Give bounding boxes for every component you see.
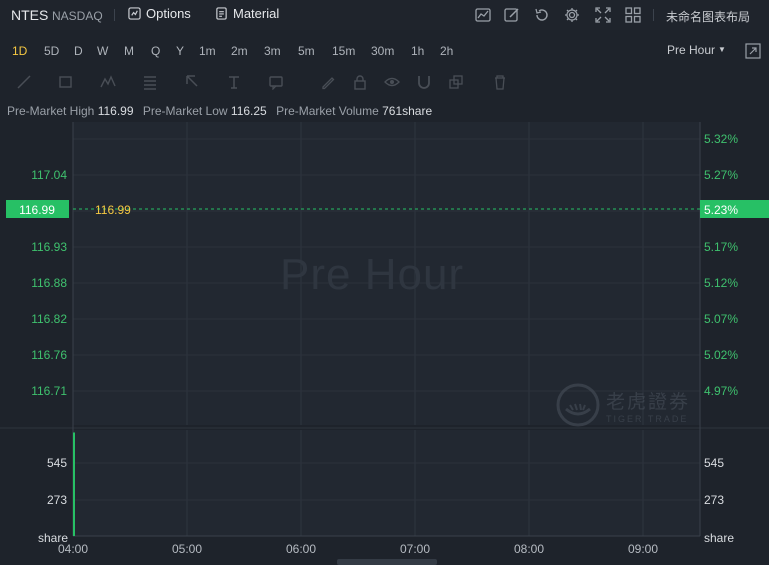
price-line-label: 116.99 (95, 203, 131, 217)
session-select[interactable]: Pre Hour ▼ (667, 43, 726, 57)
volume-tick-left: 545 (47, 456, 67, 470)
period-w[interactable]: W (97, 44, 108, 58)
time-tick-label: 06:00 (286, 542, 316, 556)
premarket-low-value: 116.25 (230, 104, 267, 118)
period-d[interactable]: D (74, 44, 83, 58)
percent-tick-label: 4.97% (704, 384, 738, 398)
comment-tool-icon[interactable] (268, 74, 284, 91)
percent-tick-label: 5.17% (704, 240, 738, 254)
period-q[interactable]: Q (151, 44, 160, 58)
volume-tick-right: 273 (704, 493, 724, 507)
options-icon (128, 7, 141, 20)
document-icon (216, 7, 227, 20)
options-label: Options (146, 6, 191, 21)
fib-tool-icon[interactable] (142, 74, 158, 90)
volume-unit-left: share (38, 531, 68, 545)
settings-icon[interactable] (563, 6, 581, 24)
period-y[interactable]: Y (176, 44, 184, 58)
pen-icon[interactable] (320, 74, 336, 90)
period-2m[interactable]: 2m (231, 44, 248, 58)
current-pct-tag (700, 200, 769, 218)
volume-bar (73, 432, 75, 536)
options-button[interactable]: Options (128, 6, 191, 21)
drawing-toolbar (0, 70, 769, 94)
brand-watermark: 老虎證券 TIGER TRADE (556, 383, 690, 427)
time-tick-label: 09:00 (628, 542, 658, 556)
layers-icon[interactable] (448, 74, 464, 90)
premarket-high-label: Pre-Market High (7, 104, 95, 118)
premarket-high-value: 116.99 (97, 104, 134, 118)
percent-tick-label: 5.12% (704, 276, 738, 290)
rect-tool-icon[interactable] (58, 74, 74, 90)
caret-down-icon: ▼ (718, 45, 726, 54)
magnet-icon[interactable] (416, 74, 432, 90)
premarket-volume-value: 761share (382, 104, 433, 118)
current-price-tag (6, 200, 69, 218)
percent-tick-label: 5.02% (704, 348, 738, 362)
price-tick-label: 117.04 (31, 168, 67, 182)
price-tick-label: 116.71 (31, 384, 67, 398)
session-watermark: Pre Hour (280, 250, 465, 299)
volume-tick-left: 273 (47, 493, 67, 507)
fullscreen-icon[interactable] (594, 6, 612, 24)
period-2h[interactable]: 2h (440, 44, 453, 58)
period-bar: 1D 5D D W M Q Y 1m 2m 3m 5m 15m 30m 1h 2h (0, 37, 769, 65)
period-1h[interactable]: 1h (411, 44, 424, 58)
price-tick-label: 116.93 (31, 240, 67, 254)
text-tool-icon[interactable] (226, 74, 242, 90)
premarket-volume-label: Pre-Market Volume (276, 104, 379, 118)
line-tool-icon[interactable] (16, 74, 32, 90)
price-tick-label: 116.82 (31, 312, 67, 326)
period-1d[interactable]: 1D (12, 44, 27, 58)
price-tick-label: 116.88 (31, 276, 67, 290)
percent-tick-label: 5.32% (704, 132, 738, 146)
period-15m[interactable]: 15m (332, 44, 355, 58)
undo-icon[interactable] (533, 6, 551, 24)
period-30m[interactable]: 30m (371, 44, 394, 58)
pattern-tool-icon[interactable] (100, 74, 116, 90)
expand-icon[interactable] (745, 43, 761, 59)
divider (653, 9, 654, 21)
trash-icon[interactable] (492, 74, 508, 90)
volume-pane (73, 430, 700, 536)
grid-layout-icon[interactable] (624, 6, 642, 24)
volume-tick-right: 545 (704, 456, 724, 470)
period-5m[interactable]: 5m (298, 44, 315, 58)
period-1m[interactable]: 1m (199, 44, 216, 58)
period-m[interactable]: M (124, 44, 134, 58)
premarket-low-label: Pre-Market Low (142, 104, 228, 118)
tiger-logo-icon (556, 383, 600, 427)
material-button[interactable]: Material (215, 6, 279, 21)
lock-icon[interactable] (352, 74, 368, 90)
eye-icon[interactable] (384, 74, 400, 90)
time-tick-label: 07:00 (400, 542, 430, 556)
draw-icon[interactable] (503, 6, 521, 24)
ticker-symbol[interactable]: NTES (11, 7, 48, 23)
material-label: Material (233, 6, 280, 21)
brand-name-cn: 老虎證券 (606, 391, 691, 413)
volume-unit-right: share (704, 531, 734, 545)
current-pct-value: 5.23% (704, 203, 738, 217)
percent-tick-label: 5.27% (704, 168, 738, 182)
time-tick-label: 05:00 (172, 542, 202, 556)
divider (114, 9, 115, 21)
current-price-value: 116.99 (19, 203, 55, 217)
chart-type-icon[interactable] (474, 6, 492, 24)
exchange-label: NASDAQ (52, 9, 103, 23)
session-select-label: Pre Hour (667, 43, 716, 57)
layout-name[interactable]: 未命名图表布局 (666, 8, 750, 25)
brand-name-en: TIGER TRADE (606, 413, 689, 424)
time-tick-label: 08:00 (514, 542, 544, 556)
time-scrollbar[interactable] (337, 559, 437, 565)
cursor-tool-icon[interactable] (184, 74, 200, 90)
top-bar: NTES NASDAQ Options Material 未命名图表布局 (0, 0, 769, 30)
time-tick-label: 04:00 (58, 542, 88, 556)
period-5d[interactable]: 5D (44, 44, 59, 58)
price-tick-label: 116.76 (31, 348, 67, 362)
period-3m[interactable]: 3m (264, 44, 281, 58)
premarket-info: Pre-Market High 116.99 Pre-Market Low 11… (7, 104, 438, 118)
percent-tick-label: 5.07% (704, 312, 738, 326)
